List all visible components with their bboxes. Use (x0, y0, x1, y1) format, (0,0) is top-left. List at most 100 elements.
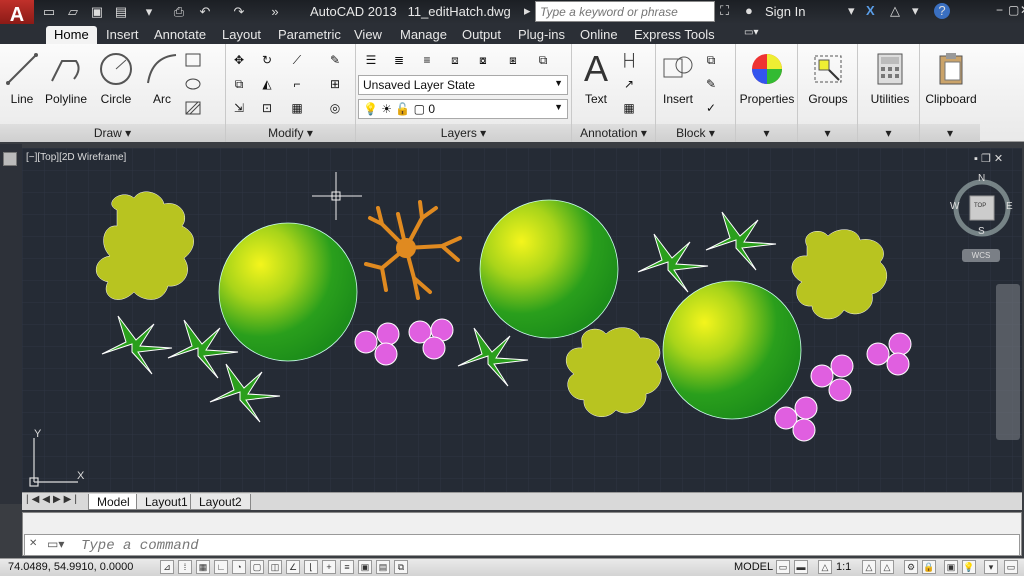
annotation-visibility-icon[interactable]: △ (862, 560, 876, 574)
properties-tool[interactable]: Properties (738, 48, 796, 106)
clipboard-expand[interactable]: ▾ (920, 124, 980, 142)
array-icon[interactable]: ▦ (286, 98, 308, 118)
tab-plugins[interactable]: Plug-ins (510, 26, 573, 44)
otrack-icon[interactable]: ∠ (286, 560, 300, 574)
polyline-tool[interactable]: Polyline (40, 48, 92, 106)
layer-walk-icon[interactable]: ≡ (416, 50, 438, 70)
command-input[interactable]: Type a command (81, 538, 199, 554)
selection-cycling-icon[interactable]: ⧉ (394, 560, 408, 574)
ellipse-icon[interactable] (182, 74, 204, 94)
rotate-icon[interactable]: ↻ (256, 50, 278, 70)
layer-select[interactable]: 💡 ☀ 🔓 ▢ 0 ▼ (358, 99, 568, 119)
block-panel-title[interactable]: Block ▾ (656, 124, 735, 142)
help-icon[interactable]: ? (934, 3, 950, 19)
qat-dropdown-icon[interactable]: ▾ (140, 3, 158, 21)
table-icon[interactable]: ▦ (618, 98, 640, 118)
tab-annotate[interactable]: Annotate (146, 26, 214, 44)
annotation-panel-title[interactable]: Annotation ▾ (572, 124, 655, 142)
close-command-icon[interactable]: ✕ (29, 538, 37, 549)
tab-home[interactable]: Home (46, 26, 97, 44)
search-expand-icon[interactable]: ▸ (524, 3, 531, 19)
transparency-icon[interactable]: ▣ (358, 560, 372, 574)
groups-tool[interactable]: Groups (800, 48, 856, 106)
viewport-controls-label[interactable]: [−][Top][2D Wireframe] (26, 152, 126, 163)
maximize-icon[interactable]: ▢ (1008, 3, 1019, 17)
object-snap-icon[interactable]: ▢ (250, 560, 264, 574)
tab-manage[interactable]: Manage (392, 26, 455, 44)
infer-constraints-icon[interactable]: ⊿ (160, 560, 174, 574)
mirror-icon[interactable]: ◭ (256, 74, 278, 94)
leader-icon[interactable]: ↗ (618, 74, 640, 94)
groups-expand[interactable]: ▾ (798, 124, 857, 142)
layer-freeze-icon[interactable]: ⧇ (472, 50, 494, 70)
stretch-icon[interactable]: ⇲ (228, 98, 250, 118)
ortho-mode-icon[interactable]: ∟ (214, 560, 228, 574)
quick-view-drawings-icon[interactable]: ▬ (794, 560, 808, 574)
plot-icon[interactable]: ⎙ (170, 3, 188, 21)
more-tools-icon[interactable]: » (266, 3, 284, 21)
layer-iso-icon[interactable]: ≣ (388, 50, 410, 70)
scale-icon[interactable]: ⊡ (256, 98, 278, 118)
new-file-icon[interactable]: ▭ (40, 3, 58, 21)
edit-block-icon[interactable]: ✎ (700, 74, 722, 94)
properties-expand[interactable]: ▾ (736, 124, 797, 142)
command-prompt-icon[interactable]: ▭▾ (47, 537, 64, 551)
snap-mode-icon[interactable]: ⁞ (178, 560, 192, 574)
redo-icon[interactable]: ↷ (230, 3, 248, 21)
create-block-icon[interactable]: ⧉ (700, 50, 722, 70)
tab-layout2[interactable]: Layout2 (190, 494, 251, 510)
minimize-icon[interactable]: − (996, 3, 1003, 17)
tab-model[interactable]: Model (88, 494, 139, 510)
offset-icon[interactable]: ◎ (324, 98, 346, 118)
undo-icon[interactable]: ↶ (196, 3, 214, 21)
save-icon[interactable]: ▣ (88, 3, 106, 21)
workspace-switching-icon[interactable]: ⚙ (904, 560, 918, 574)
model-space-toggle[interactable]: MODEL (734, 561, 773, 573)
hardware-acceleration-icon[interactable]: ▣ (944, 560, 958, 574)
tab-insert[interactable]: Insert (98, 26, 147, 44)
annotation-scale-icon[interactable]: △ (818, 560, 832, 574)
tab-express-tools[interactable]: Express Tools (626, 26, 723, 44)
3d-osnap-icon[interactable]: ◫ (268, 560, 282, 574)
insert-tool[interactable]: Insert (652, 48, 704, 106)
tab-online[interactable]: Online (572, 26, 626, 44)
polar-tracking-icon[interactable]: ◔ (232, 560, 246, 574)
open-file-icon[interactable]: ▱ (64, 3, 82, 21)
autodesk360-icon[interactable]: △ (890, 3, 900, 19)
wcs-menu[interactable]: WCS (962, 249, 1000, 262)
quick-view-layouts-icon[interactable]: ▭ (776, 560, 790, 574)
circle-tool[interactable]: Circle (90, 48, 142, 106)
tab-layout[interactable]: Layout (214, 26, 269, 44)
tab-parametric[interactable]: Parametric (270, 26, 349, 44)
ducs-icon[interactable]: ⌊ (304, 560, 318, 574)
utilities-tool[interactable]: Utilities (862, 48, 918, 106)
exchange-icon[interactable]: X (866, 3, 875, 18)
close-icon[interactable]: ✕ (1020, 3, 1024, 17)
lineweight-icon[interactable]: ≡ (340, 560, 354, 574)
binoculars-icon[interactable]: ⛶ (720, 3, 729, 19)
save-as-icon[interactable]: ▤ (112, 3, 130, 21)
utilities-expand[interactable]: ▾ (858, 124, 919, 142)
status-bar-menu-icon[interactable]: ▾ (984, 560, 998, 574)
layer-state-select[interactable]: Unsaved Layer State ▼ (358, 75, 568, 95)
quick-properties-icon[interactable]: ▤ (376, 560, 390, 574)
ribbon-minimize-icon[interactable]: ▭▾ (736, 26, 766, 44)
annotation-scale-select[interactable]: 1:1 (836, 561, 851, 573)
draw-panel-title[interactable]: Draw ▾ (0, 124, 225, 142)
grid-display-icon[interactable]: ▦ (196, 560, 210, 574)
layer-properties-icon[interactable]: ☰ (360, 50, 382, 70)
erase-icon[interactable]: ✎ (324, 50, 346, 70)
layer-lock-icon[interactable]: ⧆ (502, 50, 524, 70)
sign-in-button[interactable]: Sign In (765, 4, 805, 19)
layer-state-icon[interactable]: ⧉ (532, 50, 554, 70)
text-tool[interactable]: A Text (570, 48, 622, 106)
clean-screen-icon[interactable]: ▭ (1004, 560, 1018, 574)
layer-match-icon[interactable]: ⧈ (444, 50, 466, 70)
tab-view[interactable]: View (346, 26, 390, 44)
hatch-icon[interactable] (182, 98, 204, 118)
auto-scale-icon[interactable]: △ (880, 560, 894, 574)
viewcube-top-label[interactable]: TOP (974, 203, 986, 209)
lock-ui-icon[interactable]: 🔒 (922, 560, 936, 574)
dropdown-icon[interactable]: ▾ (912, 3, 919, 19)
explode-icon[interactable]: ⊞ (324, 74, 346, 94)
